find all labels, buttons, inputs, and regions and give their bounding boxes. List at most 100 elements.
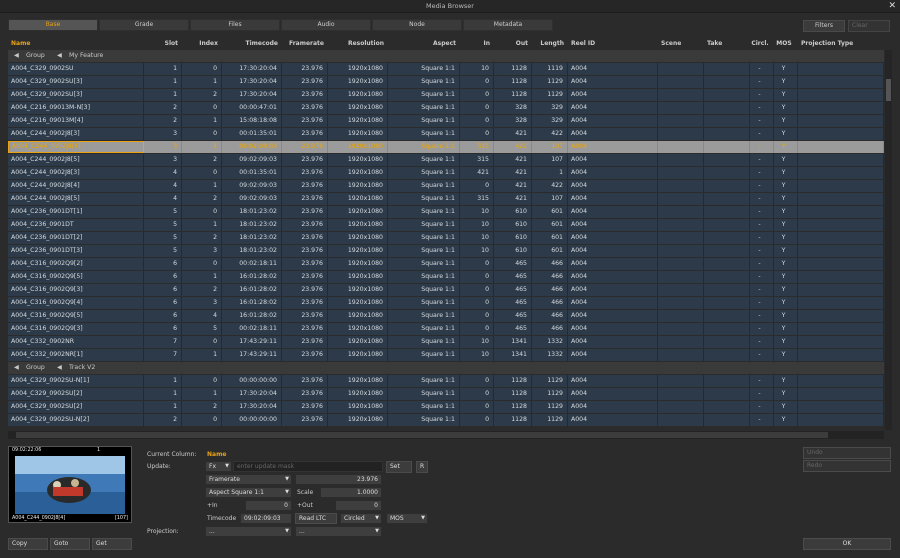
table-row[interactable]: A004_C332_0902NR 7 0 17:43:29:11 23.976 1920x… (8, 336, 884, 348)
goto-button[interactable]: Goto (50, 538, 90, 550)
group-row[interactable]: ◀ Group ◀ Track V2 (8, 362, 884, 374)
scale-field[interactable]: 1.0000 (320, 487, 382, 498)
cell-timecode: 09:02:09:03 (222, 180, 282, 192)
out-offset-field[interactable]: 0 (335, 500, 382, 511)
table-row[interactable]: A004_C329_0902SU-N[2] 2 0 00:00:00:00 23.976… (8, 414, 884, 426)
filters-button[interactable]: Filters (803, 20, 845, 32)
ok-button[interactable]: OK (803, 538, 891, 550)
table-row[interactable]: A004_C236_0901DT 5 1 18:01:23:02 23.976 1920x… (8, 219, 884, 231)
table-row[interactable]: A004_C316_0902Q9[4] 6 3 16:01:28:02 23.976 19… (8, 297, 884, 309)
table-row[interactable]: A004_C244_0902J8[3] 4 0 00:01:35:01 23.976 19… (8, 167, 884, 179)
table-row[interactable]: A004_C244_0902J8[3] 3 0 00:01:35:01 23.976 19… (8, 128, 884, 140)
projection-dropdown-1[interactable]: ... ▼ (205, 526, 292, 537)
get-button[interactable]: Get (92, 538, 132, 550)
in-offset-field[interactable]: 0 (245, 500, 292, 511)
group-expand-icon[interactable]: ◀ (57, 50, 62, 62)
table-row[interactable]: A004_C329_0902SU[3] 1 1 17:30:20:04 23.976 19… (8, 76, 884, 88)
cell-circled: - (750, 219, 774, 231)
column-header-out[interactable]: Out (494, 37, 532, 50)
cell-projection-type (798, 258, 884, 270)
tab-node[interactable]: Node (372, 19, 462, 31)
table-row[interactable]: A004_C244_0902J8[5] 3 2 09:02:09:03 23.976 19… (8, 154, 884, 166)
fx-dropdown[interactable]: Fx ▼ (205, 461, 232, 472)
framerate-dropdown[interactable]: Framerate ▼ (205, 474, 292, 485)
tab-files[interactable]: Files (190, 19, 280, 31)
tab-metadata[interactable]: Metadata (463, 19, 553, 31)
table-row[interactable]: A004_C316_0902Q9[2] 6 0 00:02:18:11 23.976 19… (8, 258, 884, 270)
column-header-framerate[interactable]: Framerate (282, 37, 328, 50)
column-header-take[interactable]: Take (704, 37, 750, 50)
table-row-selected[interactable]: A004_C244_0902J8[4] 3 1 09:02:09:03 23.976 19… (8, 141, 884, 153)
cell-resolution: 1920x1080 (328, 206, 388, 218)
cell-take (704, 284, 750, 296)
table-row[interactable]: A004_C329_0902SU[2] 1 1 17:30:20:04 23.976 19… (8, 388, 884, 400)
table-row[interactable]: A004_C316_0902Q9[3] 6 2 16:01:28:02 23.976 19… (8, 284, 884, 296)
tab-base[interactable]: Base (8, 19, 98, 31)
table-row[interactable]: A004_C216_09013M[4] 2 1 15:08:18:08 23.976 19… (8, 115, 884, 127)
column-header-reel-id[interactable]: Reel ID (568, 37, 658, 50)
r-button[interactable]: R (416, 461, 428, 473)
column-header-length[interactable]: Length (532, 37, 568, 50)
mos-dropdown[interactable]: MOS ▼ (386, 513, 428, 524)
cell-projection-type (798, 284, 884, 296)
column-header-scene[interactable]: Scene (658, 37, 704, 50)
set-button[interactable]: Set (386, 461, 412, 473)
cell-name: A004_C329_0902SU[2] (8, 388, 144, 400)
column-header-index[interactable]: Index (182, 37, 222, 50)
horizontal-scroll-thumb[interactable] (16, 432, 828, 438)
group-collapse-icon[interactable]: ◀ (14, 50, 19, 62)
group-row[interactable]: ◀ Group ◀ My Feature (8, 50, 884, 62)
vertical-scrollbar[interactable] (885, 50, 892, 430)
table-row[interactable]: A004_C316_0902Q9[5] 6 4 16:01:28:02 23.976 19… (8, 310, 884, 322)
column-header-slot[interactable]: Slot (144, 37, 182, 50)
chevron-down-icon: ▼ (285, 528, 289, 534)
framerate-value-field[interactable]: 23.976 (295, 474, 382, 485)
cell-reel-id: A004 (568, 115, 658, 127)
table-row[interactable]: A004_C236_0901DT[3] 5 3 18:01:23:02 23.976 19… (8, 245, 884, 257)
table-row[interactable]: A004_C244_0902J8[5] 4 2 09:02:09:03 23.976 19… (8, 193, 884, 205)
cell-name: A004_C236_0901DT[1] (8, 206, 144, 218)
cell-out: 1341 (494, 336, 532, 348)
redo-button[interactable]: Redo (803, 460, 891, 472)
aspect-dropdown[interactable]: Aspect Square 1:1 ▼ (205, 487, 292, 498)
group-expand-icon[interactable]: ◀ (57, 362, 62, 374)
column-header-in[interactable]: In (460, 37, 494, 50)
column-header-projection-type[interactable]: Projection Type (798, 37, 884, 50)
cell-mos: Y (774, 323, 798, 335)
undo-button[interactable]: Undo (803, 447, 891, 459)
column-header-timecode[interactable]: Timecode (222, 37, 282, 50)
table-row[interactable]: A004_C236_0901DT[2] 5 2 18:01:23:02 23.976 19… (8, 232, 884, 244)
cell-in: 0 (460, 115, 494, 127)
table-row[interactable]: A004_C316_0902Q9[3] 6 5 00:02:18:11 23.976 19… (8, 323, 884, 335)
table-row[interactable]: A004_C236_0901DT[1] 5 0 18:01:23:02 23.976 19… (8, 206, 884, 218)
table-row[interactable]: A004_C216_09013M-N[3] 2 0 00:00:47:01 23.976… (8, 102, 884, 114)
cell-aspect: Square 1:1 (388, 128, 460, 140)
column-header-circled[interactable]: Circl. (750, 37, 774, 50)
column-header-resolution[interactable]: Resolution (328, 37, 388, 50)
copy-button[interactable]: Copy (8, 538, 48, 550)
clear-button[interactable]: Clear (848, 20, 890, 32)
update-mask-input[interactable]: enter update mask (233, 461, 383, 472)
tab-audio[interactable]: Audio (281, 19, 371, 31)
group-collapse-icon[interactable]: ◀ (14, 362, 19, 374)
table-row[interactable]: A004_C316_0902Q9[5] 6 1 16:01:28:02 23.976 19… (8, 271, 884, 283)
read-ltc-button[interactable]: Read LTC (295, 513, 337, 524)
table-row[interactable]: A004_C244_0902J8[4] 4 1 09:02:09:03 23.976 19… (8, 180, 884, 192)
column-header-mos[interactable]: MOS (774, 37, 798, 50)
column-header-name[interactable]: Name (8, 37, 144, 50)
cell-name: A004_C244_0902J8[3] (8, 128, 144, 140)
tab-grade[interactable]: Grade (99, 19, 189, 31)
table-row[interactable]: A004_C329_0902SU 1 0 17:30:20:04 23.976 1920x… (8, 63, 884, 75)
horizontal-scrollbar[interactable] (8, 431, 884, 439)
table-row[interactable]: A004_C329_0902SU[3] 1 2 17:30:20:04 23.976 19… (8, 89, 884, 101)
cell-index: 2 (182, 284, 222, 296)
timecode-field[interactable]: 09:02:09:03 (240, 513, 292, 524)
circled-dropdown[interactable]: Circled ▼ (340, 513, 382, 524)
table-row[interactable]: A004_C329_0902SU[2] 1 2 17:30:20:04 23.976 19… (8, 401, 884, 413)
column-header-aspect[interactable]: Aspect (388, 37, 460, 50)
projection-dropdown-2[interactable]: ... ▼ (295, 526, 382, 537)
close-icon[interactable]: ✕ (888, 0, 896, 12)
vertical-scroll-thumb[interactable] (886, 79, 891, 101)
table-row[interactable]: A004_C329_0902SU-N[1] 1 0 00:00:00:00 23.976… (8, 375, 884, 387)
table-row[interactable]: A004_C332_0902NR[1] 7 1 17:43:29:11 23.976 19… (8, 349, 884, 361)
